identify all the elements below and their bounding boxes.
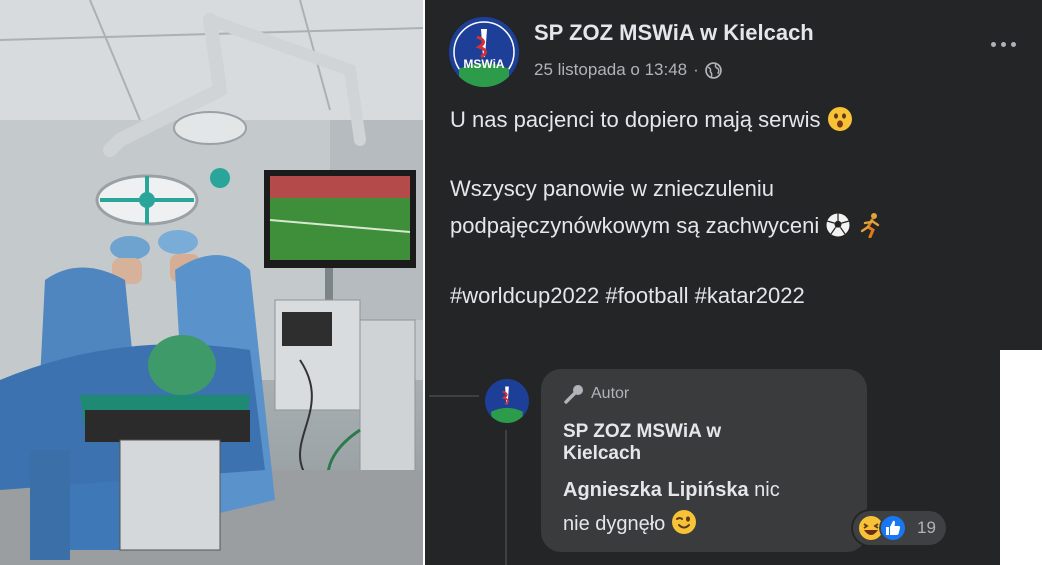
post-meta: 25 listopada o 13:48 · <box>534 60 722 80</box>
reactions-summary[interactable]: 19 <box>853 511 946 545</box>
running-person-icon <box>860 213 879 238</box>
comment-text: Agnieszka Lipińska nic nie dygnęło <box>563 473 853 541</box>
post-line-2: Wszyscy panowie w znieczuleniu <box>450 176 775 201</box>
microphone-icon <box>564 385 583 404</box>
mswia-logo-small-icon <box>485 379 529 423</box>
dot <box>990 41 996 47</box>
thread-vertical-line <box>505 430 507 565</box>
page-name-link[interactable]: SP ZOZ MSWiA w Kielcach <box>534 20 814 46</box>
comment-avatar[interactable] <box>485 379 529 423</box>
soccer-ball-icon <box>825 212 851 238</box>
dot <box>1000 41 1006 47</box>
comment-text-part1: nic <box>748 479 780 501</box>
meta-separator: · <box>693 60 699 79</box>
page-avatar[interactable]: MSWiA <box>449 17 519 87</box>
dot <box>1010 41 1016 47</box>
author-badge-label: Autor <box>591 385 630 402</box>
thread-connector <box>429 395 479 397</box>
post-line-1: U nas pacjenci to dopiero mają serwis <box>450 102 853 138</box>
like-icon <box>879 514 907 542</box>
post-line-1-text: U nas pacjenci to dopiero mają serwis <box>450 107 821 132</box>
astonished-face-icon <box>827 107 852 131</box>
post-line-3: podpajęczynówkowym są zachwyceni <box>450 208 884 244</box>
winking-face-icon <box>671 510 696 534</box>
operating-room-photo[interactable] <box>0 0 423 565</box>
post-line-3-text: podpajęczynówkowym są zachwyceni <box>450 213 820 238</box>
mswia-logo-icon: MSWiA <box>449 17 519 87</box>
more-options-icon[interactable] <box>985 36 1021 52</box>
avatar-label: MSWiA <box>463 57 505 71</box>
comment-mention[interactable]: Agnieszka Lipińska <box>563 479 749 501</box>
author-badge: Autor <box>563 383 629 405</box>
photo-illustration <box>0 0 423 565</box>
comment-author-name[interactable]: SP ZOZ MSWiA w Kielcach <box>563 418 823 468</box>
reactions-count: 19 <box>917 518 936 537</box>
globe-icon[interactable] <box>705 61 722 79</box>
post-hashtags[interactable]: #worldcup2022 #football #katar2022 <box>450 278 805 314</box>
comment-text-part2: nie dygnęło <box>563 513 666 535</box>
post-timestamp[interactable]: 25 listopada o 13:48 <box>534 60 687 80</box>
